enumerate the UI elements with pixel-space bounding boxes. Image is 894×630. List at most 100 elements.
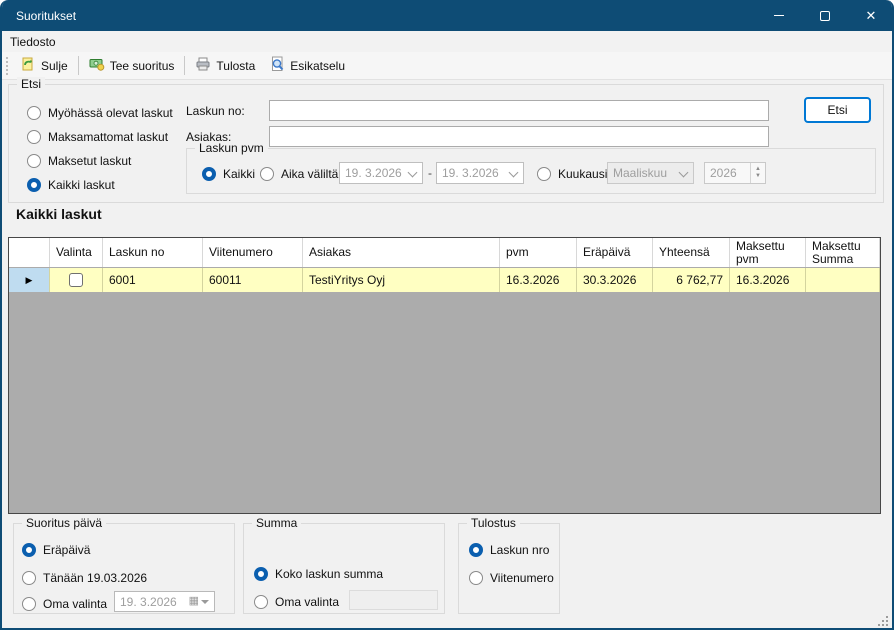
customer-input[interactable] (269, 126, 769, 147)
date-from-combo[interactable]: 19. 3.2026 (339, 162, 423, 184)
radio-icon (27, 154, 41, 168)
filter-unpaid-radio[interactable]: Maksamattomat laskut (27, 129, 168, 145)
maximize-icon (820, 11, 830, 21)
column-header-rowselector[interactable] (9, 238, 50, 267)
close-button[interactable]: ✕ (848, 0, 894, 31)
resize-grip[interactable] (875, 613, 888, 626)
menu-item-tiedosto[interactable]: Tiedosto (2, 33, 64, 51)
radio-icon (537, 167, 551, 181)
printer-icon (195, 56, 211, 75)
radio-selected-icon (22, 543, 36, 557)
results-heading: Kaikki laskut (16, 206, 102, 222)
column-header-yhteensa[interactable]: Yhteensä (653, 238, 730, 267)
chevron-down-icon (679, 169, 688, 178)
sum-custom-radio[interactable]: Oma valinta (254, 594, 339, 610)
grid-header-row: Valinta Laskun no Viitenumero Asiakas pv… (9, 238, 880, 268)
row-checkbox[interactable] (69, 273, 83, 287)
chevron-down-icon (509, 169, 518, 178)
invoice-date-legend: Laskun pvm (195, 141, 268, 155)
printing-invoice-no-radio[interactable]: Laskun nro (469, 542, 549, 558)
minimize-icon (774, 15, 784, 16)
custom-date-picker[interactable]: 19. 3.2026 ▦ (114, 591, 215, 612)
radio-icon (22, 571, 36, 585)
table-row: ▶ 6001 60011 TestiYritys Oyj 16.3.2026 3… (9, 268, 880, 292)
month-select[interactable]: Maaliskuu (607, 162, 694, 184)
menu-bar: Tiedosto (2, 31, 892, 52)
maximize-button[interactable] (802, 0, 848, 31)
cell-asiakas[interactable]: TestiYritys Oyj (303, 268, 500, 292)
money-icon (89, 56, 105, 75)
cell-pvm[interactable]: 16.3.2026 (500, 268, 577, 292)
column-header-valinta[interactable]: Valinta (50, 238, 103, 267)
filter-all-radio[interactable]: Kaikki laskut (27, 177, 115, 193)
cell-maksettu-summa[interactable] (806, 268, 880, 292)
radio-selected-icon (202, 167, 216, 181)
column-header-viitenumero[interactable]: Viitenumero (203, 238, 303, 267)
payment-date-duedate-radio[interactable]: Eräpäivä (22, 542, 90, 558)
invoice-no-input[interactable] (269, 100, 769, 121)
radio-selected-icon (27, 178, 41, 192)
toolbar-separator (184, 56, 185, 75)
date-all-radio[interactable]: Kaikki (202, 166, 255, 182)
spinner-up-icon: ▲ (755, 166, 761, 173)
payment-date-legend: Suoritus päivä (22, 516, 106, 530)
esikatselu-button[interactable]: Esikatselu (262, 53, 352, 78)
printing-group: Tulostus Laskun nro Viitenumero (458, 523, 560, 614)
year-spinner[interactable]: 2026 ▲ ▼ (704, 162, 766, 184)
sum-full-radio[interactable]: Koko laskun summa (254, 566, 383, 582)
row-selector-cell[interactable]: ▶ (9, 268, 50, 292)
invoice-date-group: Laskun pvm Kaikki Aika väliltä 19. 3.202… (186, 148, 876, 194)
cell-erapaiva[interactable]: 30.3.2026 (577, 268, 653, 292)
radio-icon (469, 571, 483, 585)
date-month-radio[interactable]: Kuukausi (537, 166, 607, 182)
invoice-no-label: Laskun no: (186, 104, 245, 118)
exit-note-icon (20, 56, 36, 75)
column-header-laskun-no[interactable]: Laskun no (103, 238, 203, 267)
invoice-grid: Valinta Laskun no Viitenumero Asiakas pv… (8, 237, 881, 514)
spinner-buttons[interactable]: ▲ ▼ (750, 163, 765, 183)
payment-date-group: Suoritus päivä Eräpäivä Tänään 19.03.202… (13, 523, 235, 614)
sum-legend: Summa (252, 516, 301, 530)
filter-overdue-radio[interactable]: Myöhässä olevat laskut (27, 105, 173, 121)
tee-suoritus-button[interactable]: Tee suoritus (82, 53, 182, 78)
cell-yhteensa[interactable]: 6 762,77 (653, 268, 730, 292)
radio-icon (260, 167, 274, 181)
toolbar-grip[interactable] (6, 57, 10, 75)
minimize-button[interactable] (756, 0, 802, 31)
preview-icon (269, 56, 285, 75)
row-checkbox-cell[interactable] (50, 268, 103, 292)
sulje-button[interactable]: Sulje (13, 53, 75, 78)
cell-maksettu-pvm[interactable]: 16.3.2026 (730, 268, 806, 292)
search-group-legend: Etsi (17, 77, 45, 91)
close-icon: ✕ (866, 9, 877, 22)
sum-group: Summa Koko laskun summa Oma valinta (243, 523, 445, 614)
window-controls: ✕ (756, 0, 894, 31)
payment-date-custom-radio[interactable]: Oma valinta (22, 596, 107, 612)
search-group: Etsi Myöhässä olevat laskut Maksamattoma… (8, 84, 884, 203)
filter-paid-radio[interactable]: Maksetut laskut (27, 153, 131, 169)
chevron-down-icon (408, 169, 417, 178)
radio-icon (254, 595, 268, 609)
titlebar: Suoritukset ✕ (0, 0, 894, 31)
radio-icon (27, 130, 41, 144)
cell-viitenumero[interactable]: 60011 (203, 268, 303, 292)
toolbar-separator (78, 56, 79, 75)
column-header-maksettu-summa[interactable]: Maksettu Summa (806, 238, 880, 267)
window-title: Suoritukset (0, 9, 76, 23)
printing-reference-radio[interactable]: Viitenumero (469, 570, 554, 586)
sum-custom-input[interactable] (349, 590, 438, 610)
column-header-erapaiva[interactable]: Eräpäivä (577, 238, 653, 267)
dropdown-arrow-icon (201, 600, 209, 604)
date-range-radio[interactable]: Aika väliltä (260, 166, 338, 182)
date-range-separator: - (428, 166, 432, 180)
column-header-asiakas[interactable]: Asiakas (303, 238, 500, 267)
tulosta-button[interactable]: Tulosta (188, 53, 262, 78)
search-button[interactable]: Etsi (804, 97, 871, 123)
payment-date-today-radio[interactable]: Tänään 19.03.2026 (22, 570, 147, 586)
date-to-combo[interactable]: 19. 3.2026 (436, 162, 524, 184)
cell-laskun-no[interactable]: 6001 (103, 268, 203, 292)
column-header-maksettu-pvm[interactable]: Maksettu pvm (730, 238, 806, 267)
current-row-icon: ▶ (26, 275, 33, 286)
column-header-pvm[interactable]: pvm (500, 238, 577, 267)
radio-selected-icon (254, 567, 268, 581)
